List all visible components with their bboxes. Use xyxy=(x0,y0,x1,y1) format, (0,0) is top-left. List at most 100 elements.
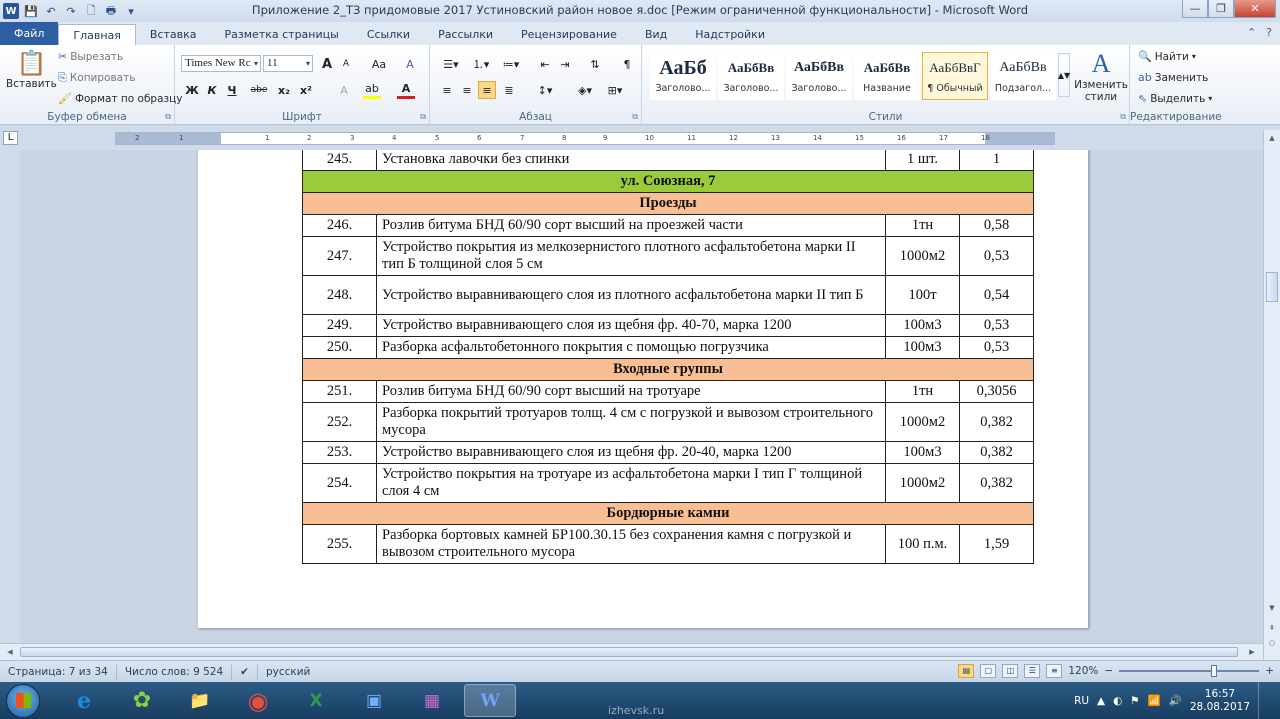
replace-button[interactable]: ab Заменить xyxy=(1138,71,1208,84)
browse-object-icon[interactable]: ○ xyxy=(1264,635,1280,651)
ribbon-minimize-icon[interactable]: ⌃ xyxy=(1247,26,1256,39)
language-indicator[interactable]: русский xyxy=(258,664,318,680)
strikethrough-button[interactable]: abe xyxy=(247,81,271,99)
clipboard-dialog-launcher-icon[interactable]: ⧉ xyxy=(165,112,171,122)
style-heading-2[interactable]: АаБбВв Заголово... xyxy=(718,52,784,100)
line-spacing-icon[interactable]: ↕▾ xyxy=(532,81,558,99)
horizontal-scrollbar[interactable]: ◀ ▶ xyxy=(0,643,1263,660)
shading-icon[interactable]: ◈▾ xyxy=(572,81,598,99)
vertical-ruler[interactable] xyxy=(0,150,20,660)
align-center-icon[interactable]: ≡ xyxy=(458,81,476,99)
word-count[interactable]: Число слов: 9 524 xyxy=(117,663,233,680)
zoom-in-button[interactable]: + xyxy=(1265,665,1274,677)
document-page[interactable]: 245. Установка лавочки без спинки 1 шт. 1 ул… xyxy=(198,150,1088,628)
paste-button[interactable]: 📋 Вставить xyxy=(6,49,57,90)
grow-font-button[interactable]: A xyxy=(318,55,336,73)
tab-home[interactable]: Главная xyxy=(58,24,136,45)
full-screen-view-icon[interactable]: ▢ xyxy=(980,664,997,678)
numbering-icon[interactable]: ⒈▾ xyxy=(468,55,494,73)
start-button[interactable] xyxy=(6,684,40,718)
new-document-icon[interactable]: 🗋 xyxy=(83,3,99,19)
web-layout-view-icon[interactable]: ◫ xyxy=(1002,664,1019,678)
subscript-button[interactable]: x₂ xyxy=(275,81,293,99)
scroll-left-icon[interactable]: ◀ xyxy=(2,644,18,660)
borders-icon[interactable]: ⊞▾ xyxy=(602,81,628,99)
scroll-right-icon[interactable]: ▶ xyxy=(1244,644,1260,660)
vertical-scroll-thumb[interactable] xyxy=(1266,272,1278,302)
tab-selector-icon[interactable]: L xyxy=(3,131,18,145)
redo-icon[interactable]: ↷ xyxy=(63,3,79,19)
align-right-icon[interactable]: ≡ xyxy=(478,81,496,99)
font-name-combo[interactable]: Times New Rc ▾ xyxy=(181,55,261,72)
draft-view-icon[interactable]: ≡ xyxy=(1046,664,1063,678)
action-center-icon[interactable]: ⚑ xyxy=(1130,695,1139,707)
winrar-icon[interactable]: ▦ xyxy=(406,684,458,717)
scroll-up-icon[interactable]: ▲ xyxy=(1264,130,1280,146)
tab-page-layout[interactable]: Разметка страницы xyxy=(211,24,353,45)
print-icon[interactable]: 🖶 xyxy=(103,3,119,19)
style-heading-1[interactable]: АаБб Заголово... xyxy=(650,52,716,100)
style-title[interactable]: АаБбВв Название xyxy=(854,52,920,100)
tray-app-icon[interactable]: ◐ xyxy=(1113,695,1122,707)
tab-review[interactable]: Рецензирование xyxy=(507,24,631,45)
bold-button[interactable]: Ж xyxy=(183,81,201,99)
print-layout-view-icon[interactable]: ▤ xyxy=(958,664,975,678)
text-effects-icon[interactable]: A xyxy=(335,81,353,99)
font-size-combo[interactable]: 11 ▾ xyxy=(263,55,313,72)
font-dialog-launcher-icon[interactable]: ⧉ xyxy=(420,112,426,122)
document-area[interactable]: 245. Установка лавочки без спинки 1 шт. 1 ул… xyxy=(20,150,1263,643)
help-icon[interactable]: ? xyxy=(1266,26,1272,39)
volume-icon[interactable]: 🔊 xyxy=(1169,694,1182,707)
decrease-indent-icon[interactable]: ⇤ xyxy=(536,55,554,73)
undo-icon[interactable]: ↶ xyxy=(43,3,59,19)
close-button[interactable]: ✕ xyxy=(1234,0,1276,18)
tab-references[interactable]: Ссылки xyxy=(353,24,424,45)
font-color-icon[interactable]: A xyxy=(397,81,415,99)
bullets-icon[interactable]: ☰▾ xyxy=(438,55,464,73)
styles-scroll-icon[interactable]: ▲▼ xyxy=(1058,53,1070,97)
horizontal-scroll-thumb[interactable] xyxy=(20,647,1238,657)
copy-button[interactable]: ⎘ Копировать xyxy=(58,71,135,85)
input-language[interactable]: RU xyxy=(1074,695,1089,707)
tab-mailings[interactable]: Рассылки xyxy=(424,24,507,45)
cut-button[interactable]: ✂ Вырезать xyxy=(58,50,123,63)
zoom-slider[interactable] xyxy=(1119,665,1260,677)
word-app-icon[interactable]: W xyxy=(3,3,19,19)
underline-button[interactable]: Ч xyxy=(223,81,241,99)
tab-file[interactable]: Файл xyxy=(0,22,59,45)
select-button[interactable]: ⇖ Выделить ▾ xyxy=(1138,92,1212,105)
excel-icon[interactable]: X xyxy=(290,684,342,717)
network-app-icon[interactable]: ▣ xyxy=(348,684,400,717)
internet-explorer-icon[interactable]: e xyxy=(58,684,110,717)
network-icon[interactable]: 📶 xyxy=(1148,694,1161,707)
tab-addins[interactable]: Надстройки xyxy=(681,24,779,45)
minimize-button[interactable]: — xyxy=(1182,0,1208,18)
style-normal[interactable]: АаБбВвГ ¶ Обычный xyxy=(922,52,988,100)
multilevel-list-icon[interactable]: ≔▾ xyxy=(498,55,524,73)
clear-formatting-button[interactable]: A xyxy=(401,55,419,73)
word-taskbar-icon[interactable]: W xyxy=(464,684,516,717)
superscript-button[interactable]: x² xyxy=(297,81,315,99)
paragraph-dialog-launcher-icon[interactable]: ⧉ xyxy=(632,112,638,122)
scroll-down-icon[interactable]: ▼ xyxy=(1264,600,1280,616)
maximize-button[interactable]: ❐ xyxy=(1208,0,1234,18)
page-count[interactable]: Страница: 7 из 34 xyxy=(0,663,117,680)
previous-page-icon[interactable]: ⇞ xyxy=(1264,620,1280,636)
zoom-out-button[interactable]: − xyxy=(1104,665,1113,677)
zoom-level[interactable]: 120% xyxy=(1068,665,1098,677)
sort-icon[interactable]: ⇅ xyxy=(586,55,604,73)
proofing-icon[interactable]: ✔ xyxy=(232,663,258,680)
italic-button[interactable]: К xyxy=(203,81,221,99)
customize-qat-icon[interactable]: ▾ xyxy=(123,3,139,19)
format-painter-button[interactable]: 🖌 Формат по образцу xyxy=(58,92,182,105)
vertical-scrollbar[interactable]: ▲ ▼ ⇞ ○ xyxy=(1263,130,1280,660)
horizontal-ruler[interactable]: 2 1 1 2 3 4 5 6 7 8 9 10 11 12 13 14 15 … xyxy=(115,132,1055,145)
style-subtitle[interactable]: АаБбВв Подзагол... xyxy=(990,52,1056,100)
change-styles-button[interactable]: A Изменить стили xyxy=(1074,49,1128,103)
justify-icon[interactable]: ≣ xyxy=(500,81,518,99)
tab-insert[interactable]: Вставка xyxy=(136,24,211,45)
shrink-font-button[interactable]: A xyxy=(337,55,355,73)
tab-view[interactable]: Вид xyxy=(631,24,681,45)
tray-expand-icon[interactable]: ▲ xyxy=(1097,695,1105,707)
find-button[interactable]: 🔍 Найти ▾ xyxy=(1138,50,1196,63)
